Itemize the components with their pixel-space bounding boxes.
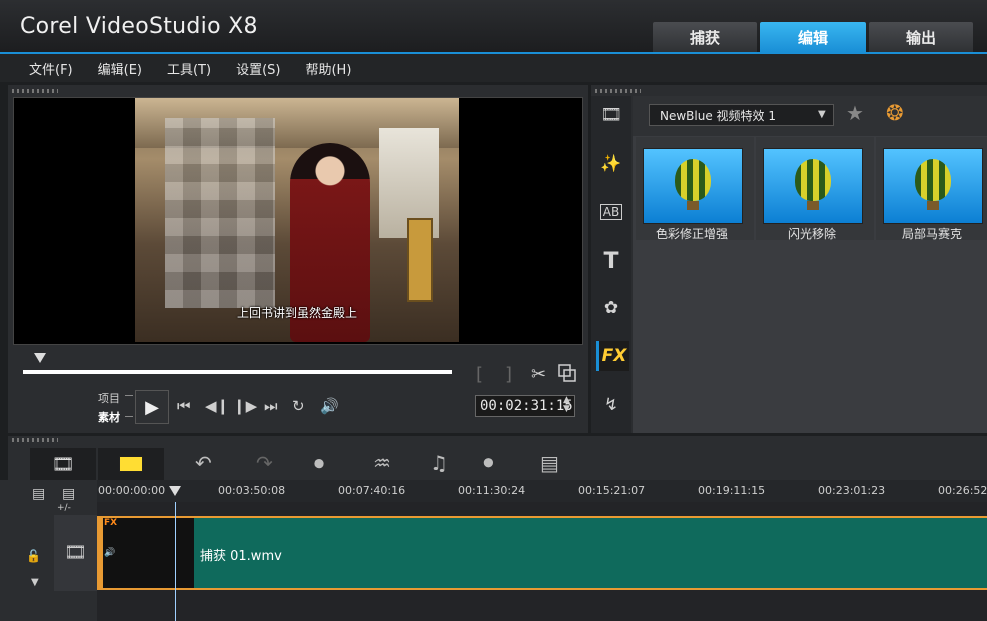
clip-handle[interactable] <box>97 516 103 590</box>
effect-thumbnail[interactable] <box>643 148 743 224</box>
subtitle-icon[interactable]: ▤ <box>540 451 559 475</box>
effect-label: 局部马赛克 <box>901 227 962 241</box>
audio-wave-icon[interactable]: ♒ <box>373 451 391 475</box>
ruler-label: 00:19:11:15 <box>698 484 766 497</box>
balloon-icon <box>915 159 951 201</box>
track-zoom[interactable]: +/- <box>57 503 71 513</box>
mode-bracket <box>125 395 133 417</box>
fx-icon[interactable]: FX <box>596 341 629 371</box>
panel-grip[interactable] <box>12 438 58 442</box>
menu-settings[interactable]: 设置(S) <box>236 59 280 78</box>
volume-icon[interactable]: 🔊 <box>320 397 339 415</box>
ruler-label: 00:03:50:08 <box>218 484 286 497</box>
ruler-label: 00:07:40:16 <box>338 484 406 497</box>
menu-tools[interactable]: 工具(T) <box>167 59 211 78</box>
effect-thumbnail[interactable] <box>763 148 863 224</box>
tab-output[interactable]: 输出 <box>869 22 973 52</box>
ruler-label: 00:23:01:23 <box>818 484 886 497</box>
app-title: Corel VideoStudio X8 <box>20 14 258 39</box>
mix-icon[interactable]: ♫ <box>430 451 448 475</box>
mode-project[interactable]: 项目 <box>98 390 120 406</box>
mosaic-region <box>165 118 275 308</box>
scissors-icon[interactable]: ✂ <box>531 364 546 385</box>
copy-icon[interactable] <box>558 364 576 386</box>
record-icon[interactable]: ⏺ <box>314 451 324 475</box>
timecode-display[interactable]: 00:02:31:15 <box>475 395 575 417</box>
ab-title-icon[interactable]: AB <box>596 197 626 227</box>
timeline-icon <box>119 456 143 472</box>
playhead-marker[interactable] <box>169 486 181 496</box>
video-clip[interactable] <box>194 516 987 590</box>
effect-label: 色彩修正增强 <box>655 227 728 241</box>
end-icon[interactable]: ⏭ <box>264 397 278 415</box>
playhead-line[interactable] <box>175 502 176 621</box>
path-icon[interactable]: ↯ <box>596 390 626 420</box>
browse-icon[interactable]: ❂ <box>886 101 904 125</box>
timecode-stepper-icon[interactable]: ▲ ▼ <box>563 396 570 414</box>
mark-in-icon[interactable]: [ <box>476 364 483 385</box>
magic-icon[interactable]: ✨ <box>596 149 626 179</box>
ruler-label: 00:11:30:24 <box>458 484 526 497</box>
fx-badge: FX <box>104 518 118 528</box>
effect-label: 闪光移除 <box>787 227 836 241</box>
play-button[interactable]: ▶ <box>135 390 169 424</box>
film-icon[interactable]: 🎞 <box>596 100 626 130</box>
balloon-icon <box>795 159 831 201</box>
home-icon[interactable]: ⏮ <box>177 397 191 415</box>
track-manager-icon[interactable]: ▤ <box>32 486 45 502</box>
undo-icon[interactable]: ↶ <box>195 451 212 475</box>
ruler-label: 00:00:00:00 <box>98 484 166 497</box>
audio-icon: 🔊 <box>104 548 116 558</box>
mode-clip[interactable]: 素材 <box>98 409 120 425</box>
balloon-basket <box>687 201 699 210</box>
timeline-view-button[interactable] <box>98 448 164 480</box>
blend-icon[interactable]: ⚫ <box>480 451 497 475</box>
scrubber-thumb[interactable] <box>34 353 47 363</box>
video-frame: 上回书讲到虽然金殿上 <box>135 98 459 342</box>
video-track-icon[interactable]: 🎞 <box>64 542 87 563</box>
ruler-label: 00:26:52:0 <box>938 484 987 497</box>
repeat-icon[interactable]: ↻ <box>292 397 305 415</box>
chapter-icon[interactable]: ▤ <box>62 486 75 502</box>
balloon-basket <box>807 201 819 210</box>
tab-capture[interactable]: 捕获 <box>653 22 757 52</box>
panel-grip[interactable] <box>12 89 58 93</box>
frame-signboard <box>407 218 433 302</box>
filter-icon[interactable]: ✿ <box>596 293 626 323</box>
text-icon[interactable]: T <box>596 246 626 276</box>
video-subtitle: 上回书讲到虽然金殿上 <box>236 306 357 320</box>
menu-help[interactable]: 帮助(H) <box>305 59 351 78</box>
scrubber-track[interactable] <box>23 370 452 374</box>
prev-frame-icon[interactable]: ◀❙ <box>205 397 229 415</box>
chevron-down-icon[interactable]: ▼ <box>818 109 826 120</box>
menu-edit[interactable]: 编辑(E) <box>98 59 142 78</box>
ruler-label: 00:15:21:07 <box>578 484 646 497</box>
lock-icon[interactable]: 🔓 <box>26 549 41 563</box>
chevron-down-icon[interactable]: ▼ <box>31 577 39 588</box>
tab-edit[interactable]: 编辑 <box>760 22 866 52</box>
balloon-basket <box>927 201 939 210</box>
category-select[interactable]: NewBlue 视频特效 1 <box>649 104 834 126</box>
menu-file[interactable]: 文件(F) <box>29 59 73 78</box>
next-frame-icon[interactable]: ❙▶ <box>233 397 257 415</box>
redo-icon[interactable]: ↷ <box>256 451 273 475</box>
effect-thumbnail[interactable] <box>883 148 983 224</box>
balloon-icon <box>675 159 711 201</box>
storyboard-view-button[interactable]: 🎞 <box>30 448 96 480</box>
panel-grip[interactable] <box>595 89 641 93</box>
mark-out-icon[interactable]: ] <box>505 364 512 385</box>
add-favorite-icon[interactable]: ★ <box>846 101 864 125</box>
clip-name: 捕获 01.wmv <box>200 549 282 564</box>
menu-bar: 文件(F) 编辑(E) 工具(T) 设置(S) 帮助(H) <box>0 54 987 82</box>
